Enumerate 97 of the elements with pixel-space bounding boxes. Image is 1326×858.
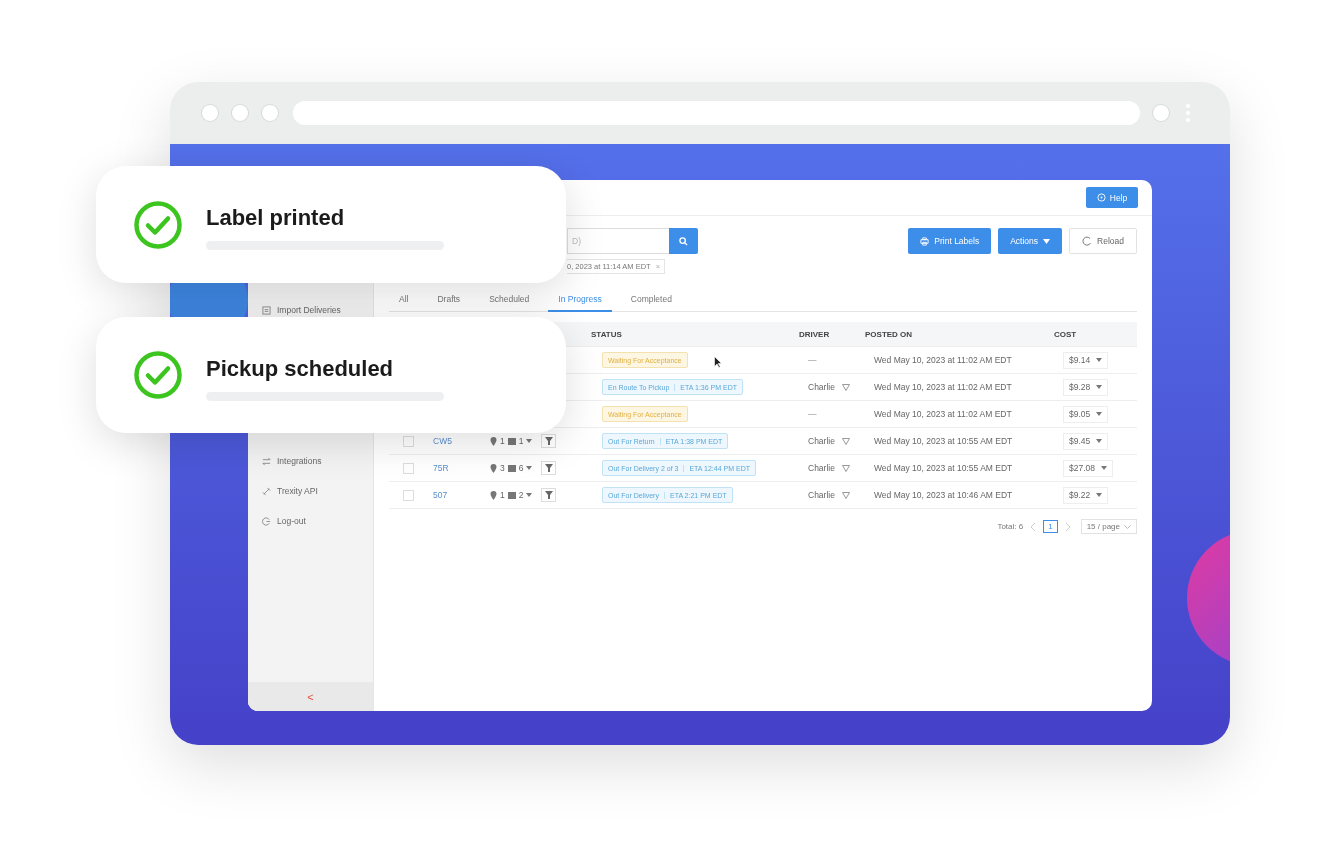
cost-select[interactable]: $9.45 [1063,432,1109,450]
cost-select[interactable]: $9.05 [1063,405,1109,423]
caret-icon [1096,439,1103,443]
posted-date: Wed May 10, 2023 at 10:46 AM EDT [873,490,1014,500]
window-dot [262,105,278,121]
profile-dot [1153,105,1169,121]
caret-icon [1101,466,1107,470]
stop-count: 1 [500,436,505,446]
tab[interactable]: In Progress [548,288,612,312]
posted-date: Wed May 10, 2023 at 10:55 AM EDT [873,436,1014,446]
cost-select[interactable]: $9.14 [1063,351,1109,369]
driver-name: Charlie [808,436,835,446]
next-page-icon[interactable] [1064,522,1071,531]
reload-button[interactable]: Reload [1069,228,1137,254]
package-icon [507,464,516,472]
caret-icon[interactable] [526,439,533,443]
actions-button[interactable]: Actions [998,228,1063,254]
collapse-button[interactable]: < [248,682,373,711]
tab[interactable]: Drafts [427,288,471,312]
search-button[interactable] [669,228,698,254]
posted-date: Wed May 10, 2023 at 10:55 AM EDT [873,463,1014,473]
driver-name: — [808,355,817,365]
column-header: POSTED ON [865,329,914,339]
pin-icon [490,436,497,446]
help-button[interactable]: Help [1086,187,1138,208]
delivery-id-link[interactable]: 75R [433,463,483,473]
column-header: STATUS [591,329,623,339]
import-icon [262,305,271,315]
page-number[interactable]: 1 [1043,520,1058,533]
arrows-icon [262,456,271,466]
funnel-icon [544,437,553,445]
package-count: 6 [518,463,524,473]
posted-date: Wed May 10, 2023 at 11:02 AM EDT [873,382,1013,392]
sidebar-item[interactable]: Log-out [262,513,373,529]
triangle-icon [841,491,850,499]
caret-icon [1096,412,1103,416]
column-header: DRIVER [799,329,831,339]
tab[interactable]: Completed [620,288,682,312]
filter-button[interactable] [541,488,557,502]
logout-icon [262,516,271,526]
caret-icon [1096,493,1103,497]
sidebar-item[interactable]: Trexity API [262,483,373,499]
triangle-icon [841,437,850,445]
reload-icon [1082,236,1093,246]
caret-icon[interactable] [526,493,533,497]
funnel-icon [544,491,553,499]
filter-button[interactable] [541,434,557,448]
total-count: Total: 6 [997,522,1024,531]
cost-select[interactable]: $9.28 [1063,378,1109,396]
triangle-icon [841,383,850,391]
delivery-id-link[interactable]: CW5 [433,436,483,446]
search-field[interactable]: D) [567,228,669,254]
caret-icon [1043,238,1051,244]
package-count: 1 [518,436,524,446]
row-checkbox[interactable] [403,489,414,501]
help-icon [1096,193,1106,202]
column-header: COST [1054,329,1078,339]
driver-name: Charlie [808,490,835,500]
driver-name: Charlie [808,382,835,392]
triangle-icon [841,464,850,472]
previous-page-icon[interactable] [1030,522,1037,531]
cost-select[interactable]: $9.22 [1063,486,1109,504]
sidebar-item[interactable]: Integrations [262,453,373,469]
row-checkbox[interactable] [403,435,414,447]
print-labels-button[interactable]: Print Labels [908,228,992,254]
tab[interactable]: Scheduled [479,288,540,312]
driver-name: Charlie [808,463,835,473]
chevron-icon [1124,524,1131,529]
search-icon [679,236,688,246]
package-count: 2 [518,490,524,500]
posted-date: Wed May 10, 2023 at 11:02 AM EDT [873,355,1013,365]
link-icon [262,486,271,496]
row-checkbox[interactable] [403,462,414,474]
stop-count: 3 [500,463,505,473]
posted-date: Wed May 10, 2023 at 11:02 AM EDT [873,409,1013,419]
caret-icon[interactable] [526,466,533,470]
card-title: Label printed [206,205,346,231]
sidebar-item[interactable]: Import Deliveries [262,302,373,318]
window-dot [232,105,248,121]
tab[interactable]: All [389,288,419,312]
caret-icon [1096,385,1103,389]
caret-icon [1096,358,1103,362]
cursor-icon [714,356,722,368]
cost-select[interactable]: $27.08 [1063,459,1113,477]
pin-icon [490,490,497,500]
filter-button[interactable] [541,461,557,475]
page-size-select[interactable]: 15 / page [1080,519,1137,534]
pin-icon [490,463,497,473]
funnel-icon [544,464,553,472]
card-title: Pickup scheduled [206,355,395,382]
printer-icon [920,236,930,246]
stop-count: 1 [500,490,505,500]
window-dot [202,105,218,121]
driver-name: — [808,409,817,419]
package-icon [507,437,516,445]
delivery-id-link[interactable]: 507 [433,490,483,500]
package-icon [507,491,516,499]
